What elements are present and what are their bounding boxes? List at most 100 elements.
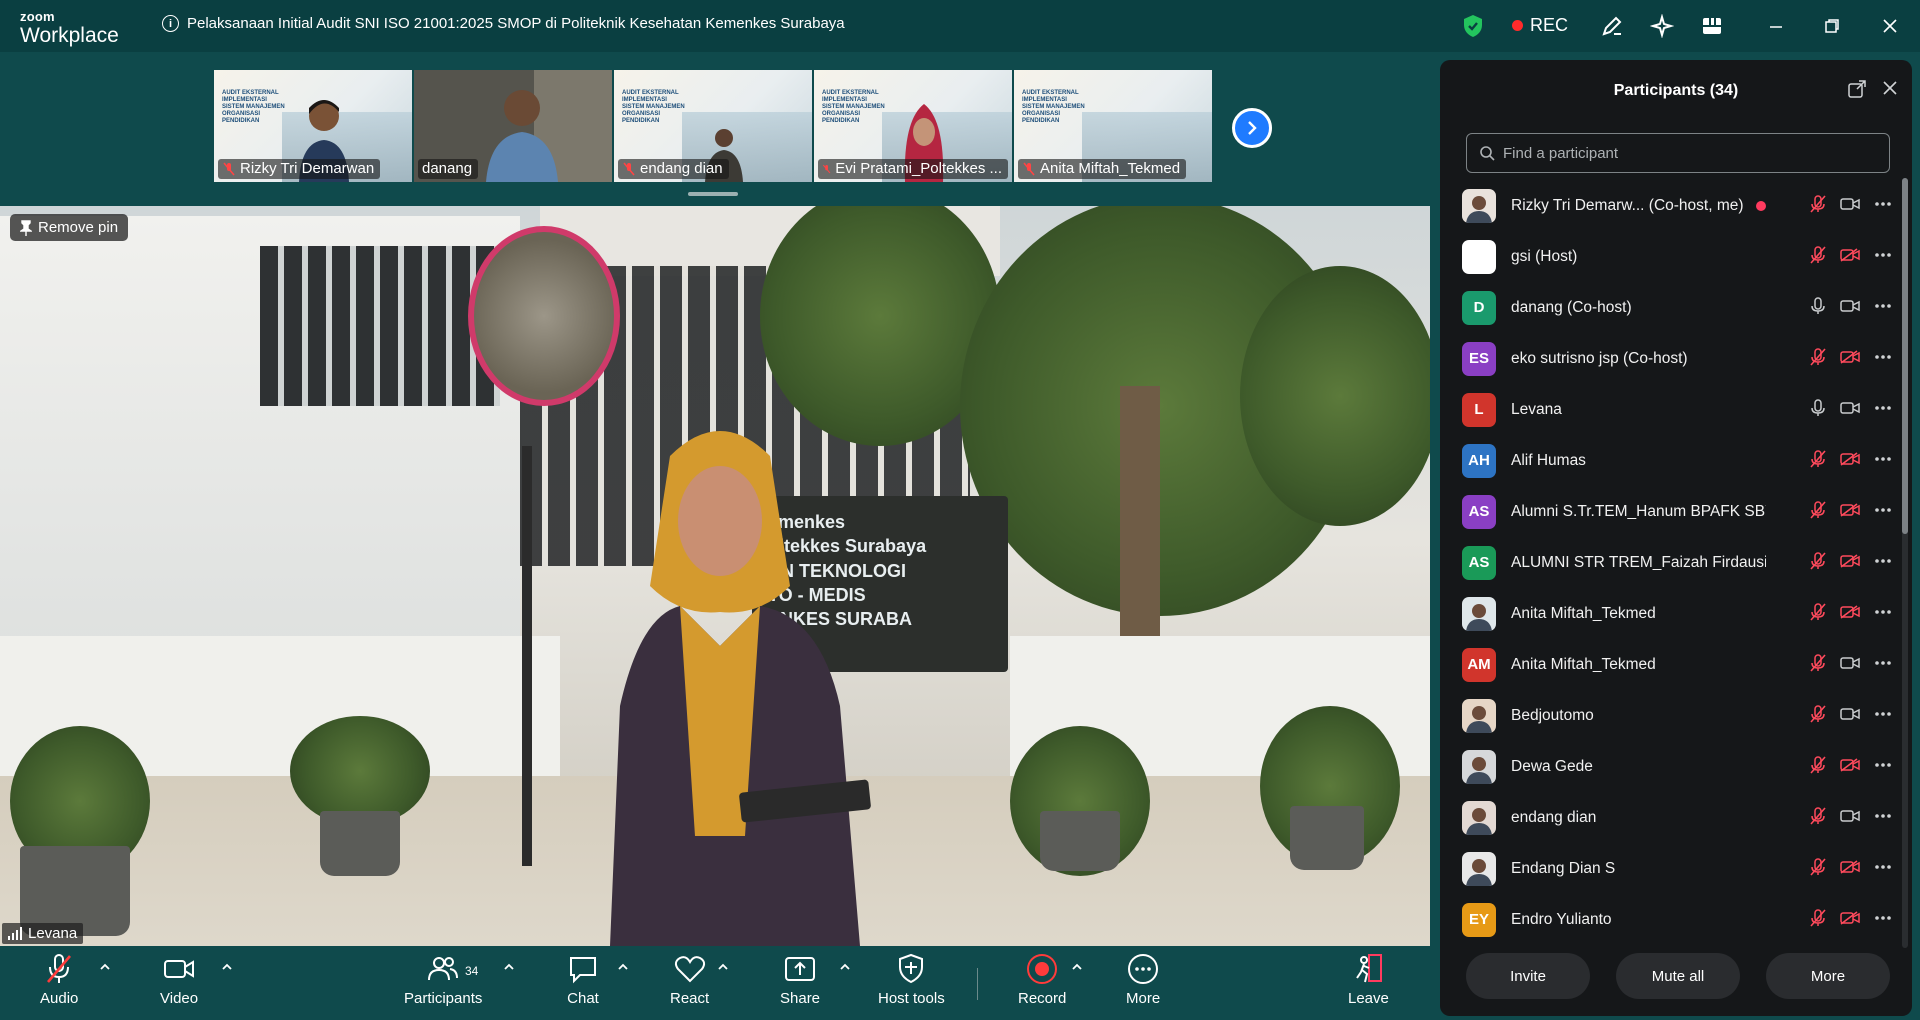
next-page-button[interactable] — [1232, 108, 1272, 148]
chat-button[interactable]: Chat — [566, 952, 600, 1007]
video-button[interactable]: Video — [160, 952, 198, 1007]
participant-row[interactable]: Ddanang (Co-host) — [1462, 282, 1892, 333]
video-tile[interactable]: AUDIT EKSTERNAL IMPLEMENTASI SISTEM MANA… — [1014, 70, 1212, 182]
mic-muted-icon[interactable] — [1810, 552, 1826, 570]
remove-pin-button[interactable]: Remove pin — [10, 214, 129, 241]
leave-meeting-button[interactable]: Leave — [1348, 952, 1389, 1007]
participant-row[interactable]: EY Endro Yulianto — [1462, 894, 1892, 940]
annotate-pen-icon[interactable] — [1600, 14, 1624, 38]
camera-off-icon[interactable] — [1840, 248, 1860, 262]
more-options-icon[interactable] — [1874, 456, 1892, 462]
participant-row[interactable]: Endang Dian S — [1462, 843, 1892, 894]
audio-options-caret-icon[interactable] — [98, 960, 112, 974]
participant-row[interactable]: Rizky Tri Demarw... (Co-host, me) — [1462, 180, 1892, 231]
more-options-icon[interactable] — [1874, 405, 1892, 411]
video-tile[interactable]: AUDIT EKSTERNAL IMPLEMENTASI SISTEM MANA… — [614, 70, 812, 182]
participants-options-caret-icon[interactable] — [502, 960, 516, 974]
participant-search[interactable] — [1466, 133, 1890, 173]
video-tile[interactable]: AUDIT EKSTERNAL IMPLEMENTASI SISTEM MANA… — [214, 70, 412, 182]
pop-out-icon[interactable] — [1848, 80, 1866, 98]
camera-off-icon[interactable] — [1840, 911, 1860, 925]
record-button[interactable]: Record — [1018, 952, 1066, 1007]
active-speaker-video[interactable]: emenkes oltekkes Surabaya AN TEKNOLOGI T… — [0, 206, 1430, 946]
mic-muted-icon[interactable] — [1810, 603, 1826, 621]
list-scrollbar-thumb[interactable] — [1902, 178, 1908, 534]
participant-row[interactable]: AM Anita Miftah_Tekmed — [1462, 639, 1892, 690]
restore-button[interactable] — [1820, 14, 1844, 38]
participant-row[interactable]: AH Alif Humas — [1462, 435, 1892, 486]
share-screen-button[interactable]: Share — [780, 952, 820, 1007]
mic-muted-icon[interactable] — [1810, 450, 1826, 468]
camera-off-icon[interactable] — [1840, 350, 1860, 364]
invite-button[interactable]: Invite — [1466, 953, 1590, 999]
close-window-button[interactable] — [1878, 14, 1902, 38]
mic-icon[interactable] — [1810, 399, 1826, 417]
video-tile[interactable]: AUDIT EKSTERNAL IMPLEMENTASI SISTEM MANA… — [814, 70, 1012, 182]
participant-row[interactable]: endang dian — [1462, 792, 1892, 843]
mic-muted-icon[interactable] — [1810, 756, 1826, 774]
mic-muted-icon[interactable] — [1810, 501, 1826, 519]
more-options-icon[interactable] — [1874, 354, 1892, 360]
more-options-icon[interactable] — [1874, 915, 1892, 921]
camera-off-icon[interactable] — [1840, 554, 1860, 568]
more-button[interactable]: More — [1126, 952, 1160, 1007]
video-options-caret-icon[interactable] — [220, 960, 234, 974]
more-options-icon[interactable] — [1874, 762, 1892, 768]
camera-off-icon[interactable] — [1840, 605, 1860, 619]
more-options-icon[interactable] — [1874, 609, 1892, 615]
apps-icon[interactable] — [1700, 14, 1724, 38]
mic-muted-icon[interactable] — [1810, 348, 1826, 366]
audio-button[interactable]: Audio — [40, 952, 78, 1007]
panel-more-button[interactable]: More — [1766, 953, 1890, 999]
video-tile[interactable]: danang — [414, 70, 612, 182]
more-options-icon[interactable] — [1874, 864, 1892, 870]
mic-muted-icon[interactable] — [1810, 705, 1826, 723]
more-options-icon[interactable] — [1874, 252, 1892, 258]
participant-row[interactable]: gsi (Host) — [1462, 231, 1892, 282]
more-options-icon[interactable] — [1874, 558, 1892, 564]
mic-icon[interactable] — [1810, 297, 1826, 315]
camera-off-icon[interactable] — [1840, 503, 1860, 517]
react-options-caret-icon[interactable] — [716, 960, 730, 974]
camera-icon[interactable] — [1840, 197, 1860, 211]
shield-icon[interactable] — [1462, 14, 1484, 38]
more-options-icon[interactable] — [1874, 660, 1892, 666]
mic-muted-icon[interactable] — [1810, 195, 1826, 213]
camera-icon[interactable] — [1840, 299, 1860, 313]
more-options-icon[interactable] — [1874, 201, 1892, 207]
participant-row[interactable]: ES eko sutrisno jsp (Co-host) — [1462, 333, 1892, 384]
participant-row[interactable]: AS Alumni S.Tr.TEM_Hanum BPAFK SBY — [1462, 486, 1892, 537]
strip-resize-handle[interactable] — [688, 192, 738, 196]
mic-muted-icon[interactable] — [1810, 858, 1826, 876]
close-panel-icon[interactable] — [1882, 80, 1898, 96]
more-options-icon[interactable] — [1874, 711, 1892, 717]
camera-icon[interactable] — [1840, 707, 1860, 721]
camera-off-icon[interactable] — [1840, 860, 1860, 874]
minimize-button[interactable] — [1764, 14, 1788, 38]
mic-muted-icon[interactable] — [1810, 807, 1826, 825]
more-options-icon[interactable] — [1874, 507, 1892, 513]
participant-row[interactable]: Anita Miftah_Tekmed — [1462, 588, 1892, 639]
ai-companion-icon[interactable] — [1650, 14, 1674, 38]
camera-icon[interactable] — [1840, 401, 1860, 415]
share-options-caret-icon[interactable] — [838, 960, 852, 974]
camera-off-icon[interactable] — [1840, 758, 1860, 772]
more-options-icon[interactable] — [1874, 813, 1892, 819]
host-tools-button[interactable]: Host tools — [878, 952, 945, 1007]
mic-muted-icon[interactable] — [1810, 909, 1826, 927]
mic-muted-icon[interactable] — [1810, 246, 1826, 264]
camera-off-icon[interactable] — [1840, 452, 1860, 466]
mute-all-button[interactable]: Mute all — [1616, 953, 1740, 999]
chat-options-caret-icon[interactable] — [616, 960, 630, 974]
participant-row[interactable]: L Levana — [1462, 384, 1892, 435]
search-input[interactable] — [1503, 144, 1883, 162]
more-options-icon[interactable] — [1874, 303, 1892, 309]
react-button[interactable]: React — [670, 952, 709, 1007]
info-icon[interactable]: i — [162, 15, 179, 32]
participant-row[interactable]: AS ALUMNI STR TREM_Faizah Firdausi ... — [1462, 537, 1892, 588]
participant-row[interactable]: Dewa Gede — [1462, 741, 1892, 792]
record-options-caret-icon[interactable] — [1070, 960, 1084, 974]
recording-indicator[interactable]: REC — [1512, 15, 1568, 36]
participant-row[interactable]: Bedjoutomo — [1462, 690, 1892, 741]
camera-icon[interactable] — [1840, 809, 1860, 823]
